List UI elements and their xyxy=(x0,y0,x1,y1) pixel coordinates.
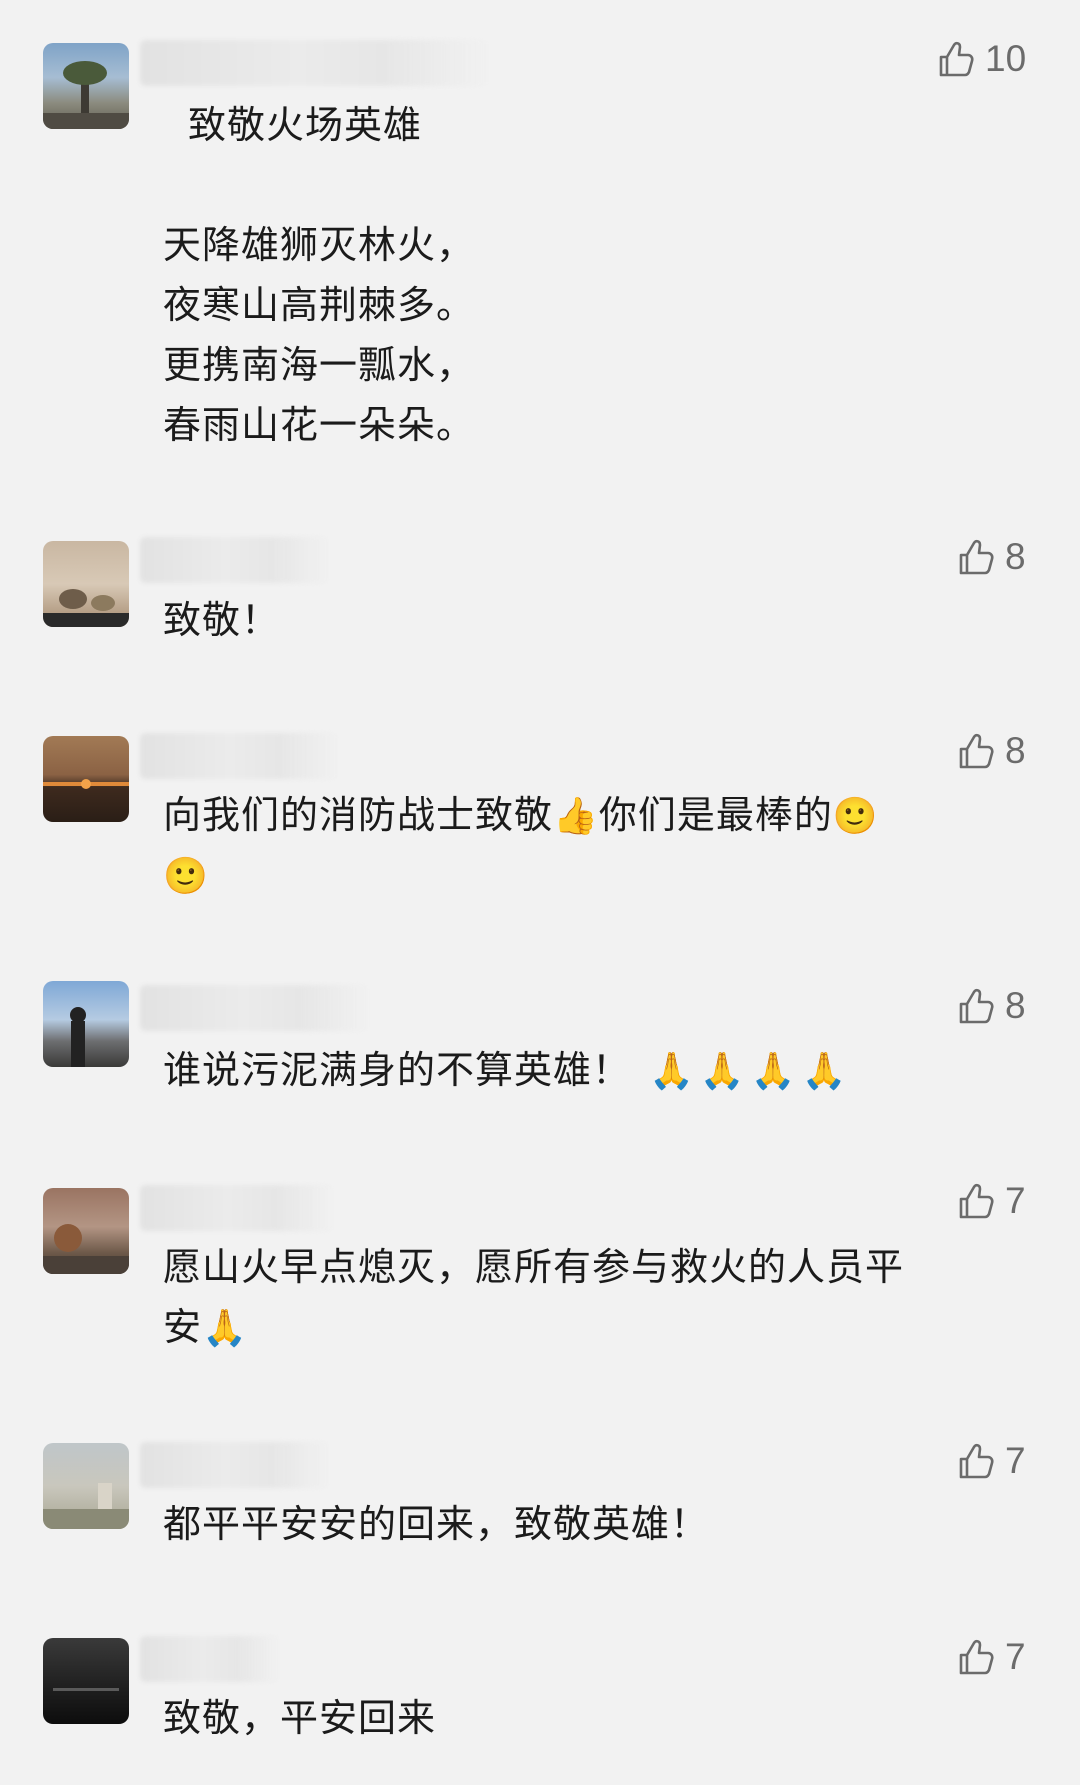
avatar-scene-icon xyxy=(43,1224,129,1274)
username-blurred xyxy=(140,537,330,583)
smiley-emoji-icon: 🙂 xyxy=(832,796,879,837)
thumbs-up-icon xyxy=(959,1639,994,1675)
comment-text-part: 你们是最棒的 xyxy=(598,793,833,837)
like-count: 8 xyxy=(1005,730,1026,771)
thumbs-up-icon xyxy=(939,41,974,77)
smiley-emoji-icon: 🙂 xyxy=(163,856,209,897)
username-blurred xyxy=(140,1636,280,1682)
like-button[interactable]: 8 xyxy=(955,985,1026,1027)
comment-text-part: 谁说污泥满身的不算英雄！ xyxy=(163,1048,632,1092)
avatar-figure-icon xyxy=(43,589,129,627)
like-button[interactable]: 7 xyxy=(955,1440,1026,1482)
like-count: 10 xyxy=(985,38,1027,79)
poem-line: 天降雄狮灭林火， xyxy=(163,223,476,267)
thumbs-up-icon xyxy=(959,988,994,1024)
username-blurred xyxy=(140,985,370,1031)
comment-text: 致敬！ xyxy=(163,598,281,642)
avatar[interactable] xyxy=(43,981,129,1067)
avatar-sunset-icon xyxy=(43,779,129,789)
avatar[interactable] xyxy=(43,43,129,129)
comment-text-line1: 愿山火早点熄灭，愿所有参与救火的人员平 xyxy=(163,1245,905,1289)
username-blurred xyxy=(140,40,490,86)
like-button[interactable]: 7 xyxy=(955,1180,1026,1222)
like-count: 7 xyxy=(1005,1636,1026,1677)
avatar[interactable] xyxy=(43,541,129,627)
comment-text: 向我们的消防战士致敬👍你们是最棒的🙂 xyxy=(163,785,879,845)
thumbs-up-icon xyxy=(959,539,994,575)
avatar[interactable] xyxy=(43,1443,129,1529)
avatar-landscape-icon xyxy=(43,1483,129,1529)
comment-text: 致敬，平安回来 xyxy=(163,1696,437,1740)
username-blurred xyxy=(140,1442,330,1488)
comment-text: 都平平安安的回来，致敬英雄！ xyxy=(163,1502,710,1546)
comment-title: 致敬火场英雄 xyxy=(188,103,423,147)
like-count: 8 xyxy=(1005,985,1026,1026)
avatar-person-icon xyxy=(70,1007,86,1067)
pray-emoji-icon: 🙏 xyxy=(202,1308,248,1349)
avatar[interactable] xyxy=(43,1188,129,1274)
comment-text-part: 向我们的消防战士致敬 xyxy=(163,793,554,837)
username-blurred xyxy=(140,733,340,779)
comment-text-line2: 🙂 xyxy=(163,845,209,905)
like-count: 7 xyxy=(1005,1180,1026,1221)
poem-line: 春雨山花一朵朵。 xyxy=(163,403,476,447)
comment-text: 谁说污泥满身的不算英雄！ 🙏🙏🙏🙏 xyxy=(163,1040,852,1100)
like-button[interactable]: 10 xyxy=(935,38,1026,80)
comment-text-part: 安 xyxy=(163,1305,203,1349)
avatar-dark-icon xyxy=(53,1688,119,1691)
poem-line: 夜寒山高荆棘多。 xyxy=(163,283,476,327)
username-blurred xyxy=(140,1185,335,1231)
avatar[interactable] xyxy=(43,736,129,822)
avatar[interactable] xyxy=(43,1638,129,1724)
thumbs-up-icon xyxy=(959,1183,994,1219)
like-count: 7 xyxy=(1005,1440,1026,1481)
comment-text-line2: 安🙏 xyxy=(163,1297,248,1357)
thumbs-up-icon xyxy=(959,1443,994,1479)
avatar-tree-icon xyxy=(43,61,129,129)
thumbs-up-icon xyxy=(959,733,994,769)
like-button[interactable]: 8 xyxy=(955,536,1026,578)
pray-emoji-icon: 🙏🙏🙏🙏 xyxy=(649,1051,853,1092)
like-button[interactable]: 8 xyxy=(955,730,1026,772)
poem-line: 更携南海一瓢水， xyxy=(163,343,476,387)
like-button[interactable]: 7 xyxy=(955,1636,1026,1678)
like-count: 8 xyxy=(1005,536,1026,577)
thumbs-up-emoji-icon: 👍 xyxy=(553,796,599,837)
